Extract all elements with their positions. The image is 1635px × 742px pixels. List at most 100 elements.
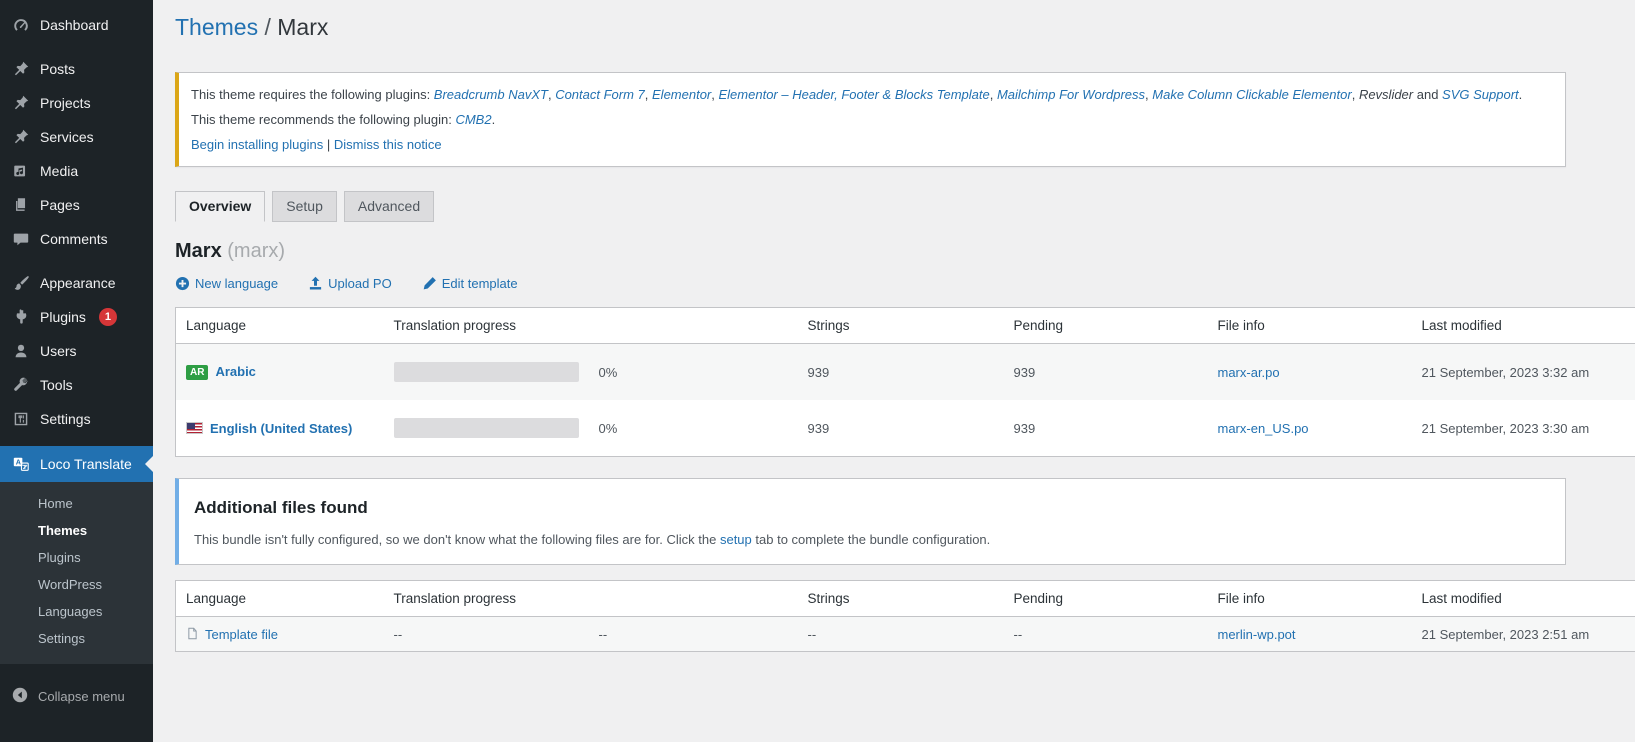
file-info-cell: marx-ar.po bbox=[1208, 344, 1412, 401]
percent-cell: -- bbox=[589, 617, 798, 652]
strings-cell: 939 bbox=[798, 344, 1004, 401]
breadcrumb-themes-link[interactable]: Themes bbox=[175, 14, 258, 40]
sidebar-item-label: Posts bbox=[40, 60, 75, 79]
sidebar-item-label: Pages bbox=[40, 196, 80, 215]
sidebar-item-media[interactable]: Media bbox=[0, 154, 153, 188]
plugin-link[interactable]: Elementor bbox=[652, 87, 711, 102]
col-language: Language bbox=[176, 581, 384, 617]
plugin-link[interactable]: Make Column Clickable Elementor bbox=[1152, 87, 1351, 102]
sidebar-item-label: Media bbox=[40, 162, 78, 181]
sidebar-item-tools[interactable]: Tools bbox=[0, 368, 153, 402]
submenu-item-plugins[interactable]: Plugins bbox=[0, 544, 153, 571]
bundle-title: Marx (marx) bbox=[175, 239, 1635, 263]
breadcrumb-current: Marx bbox=[277, 14, 328, 40]
new-language-button[interactable]: New language bbox=[175, 276, 278, 291]
progress-cell: -- bbox=[384, 617, 589, 652]
collapse-menu-button[interactable]: Collapse menu bbox=[0, 678, 153, 715]
collapse-menu-label: Collapse menu bbox=[38, 689, 125, 704]
user-icon bbox=[11, 341, 31, 361]
sidebar-item-pages[interactable]: Pages bbox=[0, 188, 153, 222]
pot-file-link[interactable]: merlin-wp.pot bbox=[1218, 627, 1296, 642]
setup-tab-link[interactable]: setup bbox=[720, 532, 752, 547]
sidebar-item-posts[interactable]: Posts bbox=[0, 52, 153, 86]
table-row-english: English (United States) 0% 939 939 marx-… bbox=[176, 400, 1635, 457]
document-icon bbox=[186, 626, 199, 641]
template-file-link[interactable]: Template file bbox=[205, 627, 278, 642]
strings-cell: -- bbox=[798, 617, 1004, 652]
notice-line-required: This theme requires the following plugin… bbox=[191, 86, 1553, 103]
plugin-link[interactable]: CMB2 bbox=[455, 112, 491, 127]
brush-icon bbox=[11, 273, 31, 293]
plugin-link[interactable]: SVG Support bbox=[1442, 87, 1519, 102]
dismiss-notice-link[interactable]: Dismiss this notice bbox=[334, 137, 442, 152]
sidebar-item-projects[interactable]: Projects bbox=[0, 86, 153, 120]
plugins-required-notice: This theme requires the following plugin… bbox=[175, 72, 1566, 167]
plugin-link[interactable]: Elementor – Header, Footer & Blocks Temp… bbox=[719, 87, 990, 102]
plugin-link[interactable]: Contact Form 7 bbox=[555, 87, 645, 102]
col-strings: Strings bbox=[798, 308, 1004, 344]
action-separator: | bbox=[327, 137, 330, 152]
begin-installing-plugins-link[interactable]: Begin installing plugins bbox=[191, 137, 323, 152]
sliders-icon bbox=[11, 409, 31, 429]
sidebar-item-label: Services bbox=[40, 128, 94, 147]
panel-body: This bundle isn't fully configured, so w… bbox=[194, 532, 1550, 548]
po-file-link[interactable]: marx-en_US.po bbox=[1218, 421, 1309, 436]
update-count-badge: 1 bbox=[99, 308, 117, 326]
submenu-item-languages[interactable]: Languages bbox=[0, 598, 153, 625]
additional-files-panel: Additional files found This bundle isn't… bbox=[175, 478, 1566, 565]
media-icon bbox=[11, 161, 31, 181]
plus-circle-icon bbox=[175, 276, 190, 291]
edit-template-button[interactable]: Edit template bbox=[422, 276, 518, 291]
plugin-name: Revslider bbox=[1359, 87, 1413, 102]
col-language: Language bbox=[176, 308, 384, 344]
sidebar-item-appearance[interactable]: Appearance bbox=[0, 266, 153, 300]
tab-advanced[interactable]: Advanced bbox=[344, 191, 434, 222]
main-content: Themes / Marx This theme requires the fo… bbox=[153, 0, 1635, 652]
submenu-item-wordpress[interactable]: WordPress bbox=[0, 571, 153, 598]
sidebar-item-settings[interactable]: Settings bbox=[0, 402, 153, 436]
table-header-row: Language Translation progress Strings Pe… bbox=[176, 581, 1635, 617]
tab-setup[interactable]: Setup bbox=[272, 191, 337, 222]
breadcrumb-separator: / bbox=[264, 14, 270, 40]
sidebar-item-dashboard[interactable]: Dashboard bbox=[0, 8, 153, 42]
sidebar-item-label: Comments bbox=[40, 230, 108, 249]
translate-icon: A bbox=[11, 454, 31, 474]
svg-text:A: A bbox=[16, 458, 21, 467]
sidebar-item-services[interactable]: Services bbox=[0, 120, 153, 154]
submenu-item-themes[interactable]: Themes bbox=[0, 517, 153, 544]
pending-cell: -- bbox=[1004, 617, 1208, 652]
pending-cell: 939 bbox=[1004, 344, 1208, 401]
upload-po-button[interactable]: Upload PO bbox=[308, 276, 392, 291]
last-modified-cell: 21 September, 2023 3:32 am bbox=[1412, 344, 1635, 401]
sidebar-item-loco-translate[interactable]: A Loco Translate bbox=[0, 446, 153, 482]
english-link[interactable]: English (United States) bbox=[210, 421, 352, 436]
file-info-cell: merlin-wp.pot bbox=[1208, 617, 1412, 652]
file-info-cell: marx-en_US.po bbox=[1208, 400, 1412, 457]
tab-overview[interactable]: Overview bbox=[175, 191, 265, 222]
sidebar-item-plugins[interactable]: Plugins 1 bbox=[0, 300, 153, 334]
plugin-link[interactable]: Mailchimp For Wordpress bbox=[997, 87, 1145, 102]
col-pending: Pending bbox=[1004, 581, 1208, 617]
languages-table: Language Translation progress Strings Pe… bbox=[175, 307, 1635, 457]
percent-cell: 0% bbox=[589, 400, 798, 457]
submenu-item-home[interactable]: Home bbox=[0, 490, 153, 517]
notice-actions: Begin installing plugins | Dismiss this … bbox=[191, 136, 1553, 153]
progress-bar-cell bbox=[384, 344, 589, 401]
col-pending: Pending bbox=[1004, 308, 1208, 344]
arabic-link[interactable]: Arabic bbox=[215, 364, 255, 379]
col-file-info: File info bbox=[1208, 581, 1412, 617]
language-cell: ARArabic bbox=[176, 344, 384, 401]
progress-bar bbox=[394, 362, 579, 382]
sidebar-item-label: Appearance bbox=[40, 274, 116, 293]
us-flag-icon bbox=[186, 422, 203, 434]
menu-separator bbox=[0, 436, 153, 446]
language-cell: English (United States) bbox=[176, 400, 384, 457]
sidebar-item-comments[interactable]: Comments bbox=[0, 222, 153, 256]
wrench-icon bbox=[11, 375, 31, 395]
menu-separator bbox=[0, 42, 153, 52]
plugin-link[interactable]: Breadcrumb NavXT bbox=[434, 87, 548, 102]
sidebar-item-users[interactable]: Users bbox=[0, 334, 153, 368]
submenu-item-settings[interactable]: Settings bbox=[0, 625, 153, 652]
collapse-icon bbox=[11, 686, 29, 707]
po-file-link[interactable]: marx-ar.po bbox=[1218, 365, 1280, 380]
